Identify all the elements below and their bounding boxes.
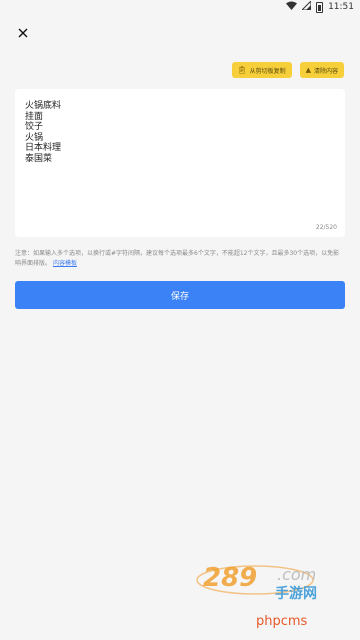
clear-content-button[interactable]: ▲ 清除内容 [299,62,344,78]
editor-toolbar: 📋︎ 从剪切板复制 ▲ 清除内容 [231,62,344,78]
input-hint: 注意：如果输入多个选项，以换行或#字符间隔，建议每个选项最多6个文字，不能超12… [15,249,345,268]
battery-icon [316,1,324,13]
svg-text:289: 289 [203,563,257,593]
close-button[interactable] [14,24,32,42]
char-count: 22/520 [315,224,337,231]
option-line: 挂面 [25,111,44,122]
wifi-icon [286,1,298,13]
signal-icon [300,0,312,13]
close-icon [18,28,28,38]
status-time: 11:51 [328,2,354,12]
clipboard-icon: 📋︎ [237,66,247,74]
options-textarea[interactable]: 火锅底料 挂面 饺子 火锅 日本料理 泰国菜 22/520 [15,89,345,237]
option-line: 火锅底料 [25,101,62,111]
option-line: 火锅 [25,132,44,143]
watermark-site: phpcms [256,614,308,629]
option-line: 日本料理 [25,143,62,153]
option-line: 泰国菜 [25,153,53,164]
save-label: 保存 [170,291,189,302]
status-bar: 11:51 [0,0,360,14]
clear-label: 清除内容 [313,67,338,75]
option-line: 饺子 [25,122,44,132]
paste-label: 从剪切板复制 [249,67,286,75]
bell-icon: ▲ [305,66,311,74]
status-icons: 11:51 [286,0,354,13]
watermark-logo: 289 .com 手游网 [195,556,345,606]
paste-from-clipboard-button[interactable]: 📋︎ 从剪切板复制 [231,62,292,78]
save-button[interactable]: 保存 [15,281,345,309]
svg-text:.com: .com [277,565,316,584]
template-link[interactable]: 内容模板 [53,260,77,267]
svg-text:手游网: 手游网 [275,585,317,602]
options-text: 火锅底料 挂面 饺子 火锅 日本料理 泰国菜 [25,101,335,164]
